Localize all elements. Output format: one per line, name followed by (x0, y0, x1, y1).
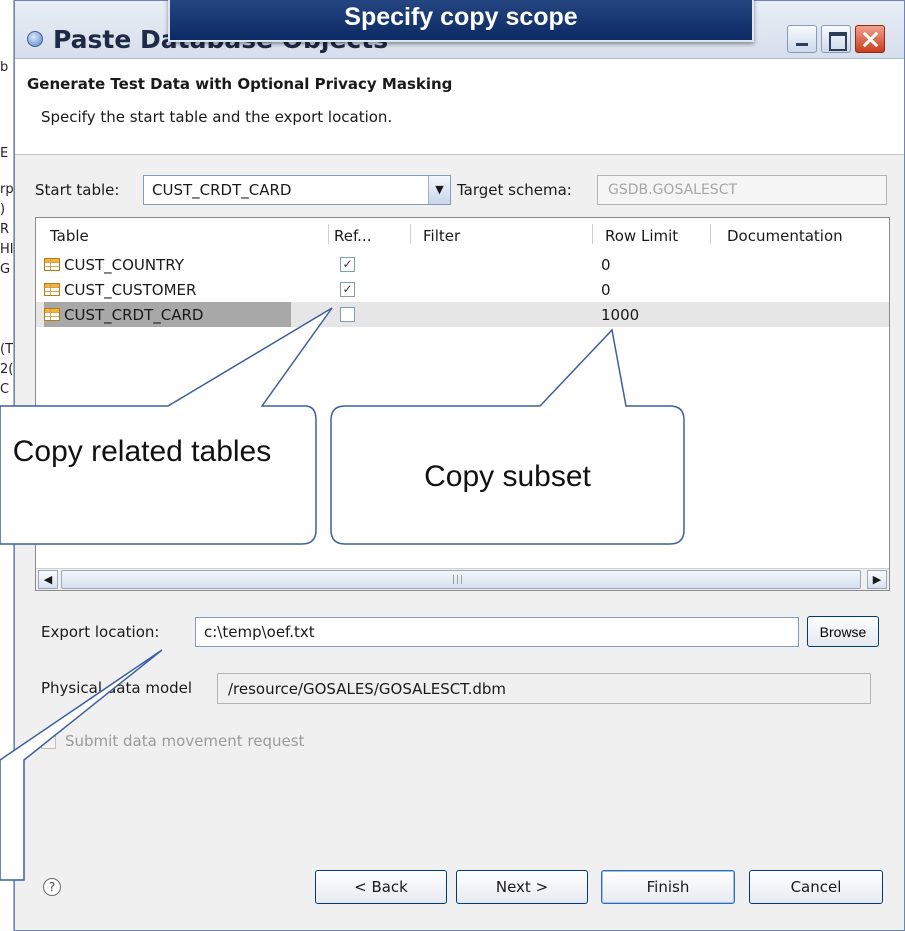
table-name-cell: CUST_CRDT_CARD (44, 302, 292, 327)
back-button[interactable]: < Back (315, 870, 447, 904)
background-fragment: 2( (0, 362, 14, 377)
maximize-button[interactable] (821, 25, 851, 53)
next-button[interactable]: Next > (456, 870, 588, 904)
submit-request-label: Submit data movement request (65, 732, 305, 750)
overlay-banner: Specify copy scope (168, 0, 754, 42)
background-fragment: rp (0, 182, 14, 197)
tables-grid[interactable]: Table Ref... Filter Row Limit Documentat… (35, 217, 890, 591)
row-limit-value[interactable]: 0 (601, 256, 611, 274)
table-row[interactable]: CUST_COUNTRY ✓ 0 (36, 252, 889, 277)
background-fragment: E (0, 146, 9, 161)
background-fragment: C (0, 382, 10, 397)
table-header: Table Ref... Filter Row Limit Documentat… (36, 218, 889, 249)
database-table-icon (44, 283, 60, 296)
background-fragment: G (0, 262, 11, 277)
export-location-label: Export location: (41, 623, 160, 641)
column-header-ref[interactable]: Ref... (334, 227, 371, 245)
column-separator[interactable] (328, 224, 329, 244)
submit-request-checkbox[interactable] (41, 734, 56, 749)
grip-icon: ||| (452, 575, 465, 585)
table-name: CUST_CRDT_CARD (64, 305, 204, 324)
row-limit-value[interactable]: 1000 (601, 306, 639, 324)
callout-subset-text: Copy subset (424, 460, 591, 493)
start-table-value: CUST_CRDT_CARD (152, 181, 292, 199)
row-limit-value[interactable]: 0 (601, 281, 611, 299)
overlay-banner-text: Specify copy scope (344, 3, 578, 31)
start-table-combo[interactable]: CUST_CRDT_CARD ▼ (143, 175, 451, 205)
background-fragment: R (0, 222, 10, 237)
ref-checkbox[interactable]: ✓ (340, 282, 355, 297)
chevron-down-icon[interactable]: ▼ (428, 176, 450, 204)
close-button[interactable] (855, 25, 885, 53)
physical-data-model-value: /resource/GOSALES/GOSALESCT.dbm (228, 680, 507, 698)
scroll-left-icon[interactable]: ◀ (38, 570, 58, 589)
background-fragment: (T (0, 342, 14, 357)
ref-checkbox[interactable] (340, 307, 355, 322)
horizontal-scrollbar[interactable]: ◀ ||| ▶ (36, 568, 889, 590)
app-icon (27, 31, 43, 47)
scroll-right-icon[interactable]: ▶ (867, 570, 887, 589)
table-name-cell: CUST_CUSTOMER (44, 277, 196, 302)
table-name: CUST_CUSTOMER (64, 280, 197, 299)
export-location-input[interactable]: c:\temp\oef.txt (195, 617, 799, 647)
help-icon[interactable]: ? (43, 878, 61, 896)
browse-button[interactable]: Browse (807, 616, 879, 647)
database-table-icon (44, 258, 60, 271)
export-location-value: c:\temp\oef.txt (204, 623, 315, 641)
callout-related-text: Copy related tables (12, 435, 272, 468)
background-fragment: HI (0, 242, 14, 257)
background-fragment: b (0, 60, 9, 75)
column-header-documentation[interactable]: Documentation (727, 227, 843, 245)
cancel-button[interactable]: Cancel (749, 870, 883, 904)
target-schema-value: GSDB.GOSALESCT (608, 182, 738, 198)
finish-button[interactable]: Finish (601, 870, 735, 904)
target-schema-label: Target schema: (457, 181, 572, 199)
column-separator[interactable] (410, 224, 411, 244)
ref-checkbox[interactable]: ✓ (340, 257, 355, 272)
column-header-row-limit[interactable]: Row Limit (605, 227, 678, 245)
column-header-table[interactable]: Table (50, 227, 89, 245)
database-table-icon (44, 308, 60, 321)
wizard-header: Generate Test Data with Optional Privacy… (15, 59, 904, 155)
physical-data-model-label: Physical data model (41, 679, 193, 697)
physical-data-model-field: /resource/GOSALES/GOSALESCT.dbm (217, 673, 871, 704)
start-table-label: Start table: (35, 181, 120, 199)
minimize-button[interactable] (787, 25, 817, 53)
scrollbar-thumb[interactable]: ||| (61, 570, 861, 589)
table-name: CUST_COUNTRY (64, 255, 184, 274)
column-separator[interactable] (592, 224, 593, 244)
column-header-filter[interactable]: Filter (423, 227, 460, 245)
table-name-cell: CUST_COUNTRY (44, 252, 184, 277)
column-separator[interactable] (710, 224, 711, 244)
background-fragment: ) (0, 202, 6, 217)
table-row[interactable]: CUST_CRDT_CARD 1000 (36, 302, 889, 327)
table-row[interactable]: CUST_CUSTOMER ✓ 0 (36, 277, 889, 302)
target-schema-field: GSDB.GOSALESCT (597, 175, 887, 205)
wizard-page-title: Generate Test Data with Optional Privacy… (27, 75, 453, 93)
wizard-page-description: Specify the start table and the export l… (41, 108, 393, 126)
